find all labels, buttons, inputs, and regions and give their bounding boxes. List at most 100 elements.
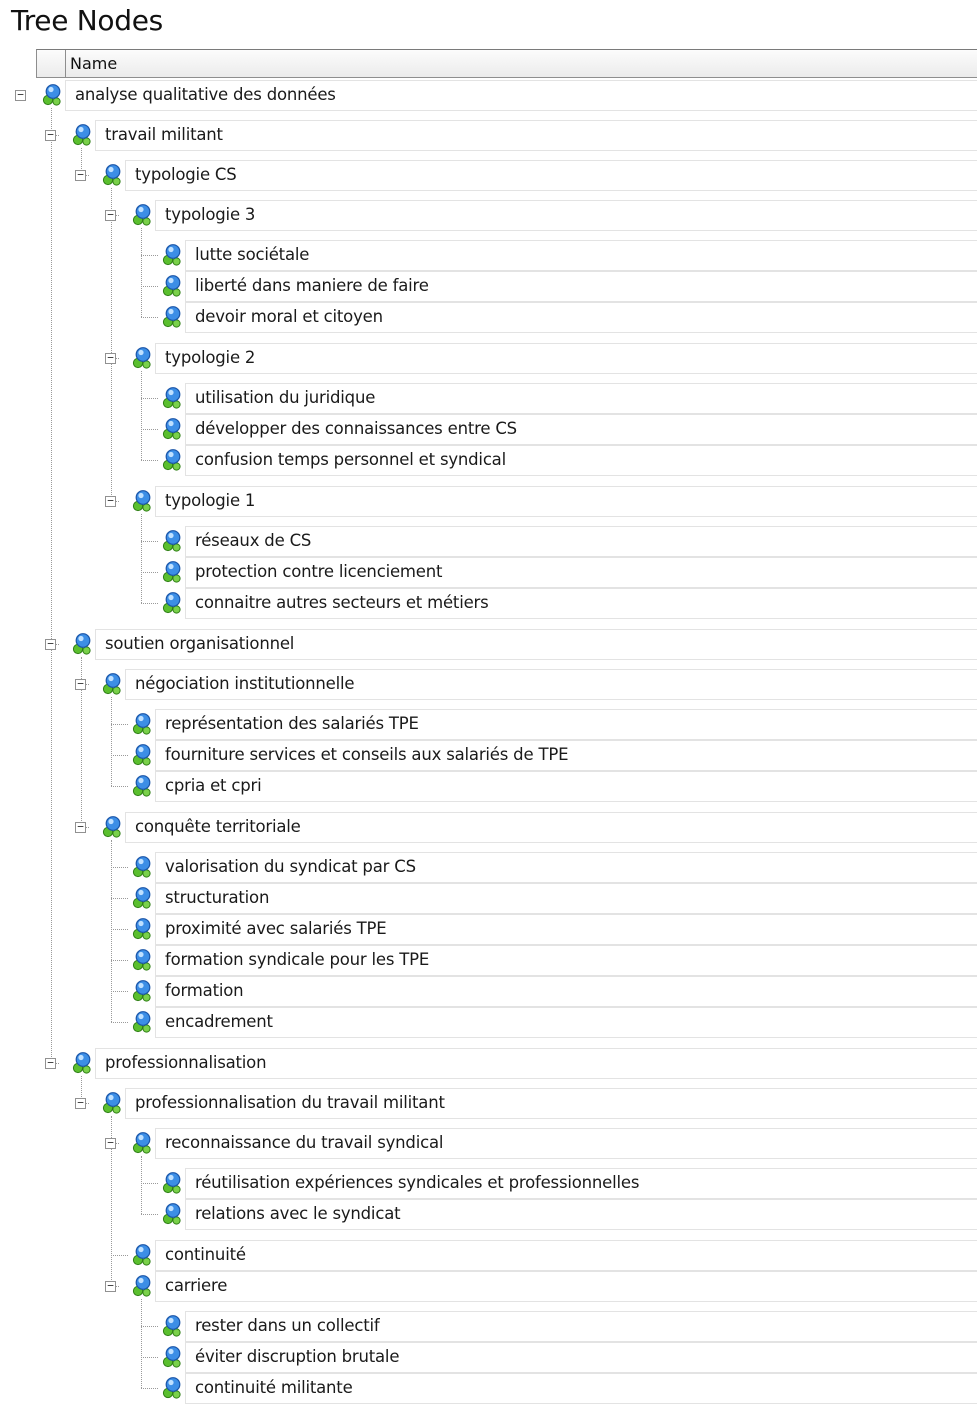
tree-node[interactable] [155,486,977,517]
collapse-toggle-icon[interactable]: − [75,821,86,833]
tree-node-icon [130,489,154,513]
tree-node-icon [160,243,184,267]
tree-connector-h [141,1326,158,1327]
tree-node-label: connaitre autres secteurs et métiers [195,593,489,612]
tree-node-label: réutilisation expériences syndicales et … [195,1173,640,1192]
tree-connector-v [111,697,112,786]
collapse-toggle-icon[interactable]: − [105,1280,116,1292]
tree-node-label: développer des connaissances entre CS [195,419,517,438]
tree-node-label: formation syndicale pour les TPE [165,950,430,969]
tree-connector-h [141,255,158,256]
tree-node-icon [70,1051,94,1075]
collapse-toggle-icon[interactable]: − [75,1097,86,1109]
tree-node-label: rester dans un collectif [195,1316,380,1335]
tree-connector-h [111,1255,128,1256]
tree-node-label: négociation institutionnelle [135,674,355,693]
tree-node-icon [160,386,184,410]
tree-connector-h [141,1214,158,1215]
tree-node-label: liberté dans maniere de faire [195,276,429,295]
tree-node-icon [160,417,184,441]
tree-node[interactable] [155,1271,977,1302]
tree-node-label: soutien organisationnel [105,634,295,653]
tree-node-label: réseaux de CS [195,531,312,550]
tree-node-label: proximité avec salariés TPE [165,919,387,938]
tree-node-icon [130,346,154,370]
collapse-toggle-icon[interactable]: − [105,352,116,364]
tree-node[interactable] [155,343,977,374]
tree-node-label: devoir moral et citoyen [195,307,383,326]
tree-node-label: valorisation du syndicat par CS [165,857,416,876]
tree-node-label: professionnalisation [105,1053,267,1072]
tree-node-icon [130,743,154,767]
tree-node-label: représentation des salariés TPE [165,714,419,733]
tree-connector-h [111,724,128,725]
tree-node-icon [160,1171,184,1195]
tree-node-icon [130,203,154,227]
tree-connector-h [111,991,128,992]
collapse-toggle-icon[interactable]: − [45,1057,56,1069]
tree-node-label: relations avec le syndicat [195,1204,401,1223]
tree-connector-v [51,108,52,1063]
tree-node-icon [160,1376,184,1400]
tree-node-label: carriere [165,1276,228,1295]
collapse-toggle-icon[interactable]: − [75,678,86,690]
tree-connector-h [111,867,128,868]
tree-node[interactable] [95,120,977,151]
tree-node[interactable] [155,1240,977,1271]
collapse-toggle-icon[interactable]: − [15,89,26,101]
tree-node-icon [130,886,154,910]
tree-node[interactable] [155,200,977,231]
collapse-toggle-icon[interactable]: − [105,495,116,507]
tree-node-icon [160,591,184,615]
tree-node-label: formation [165,981,244,1000]
tree-node[interactable] [155,883,977,914]
tree-node-label: encadrement [165,1012,273,1031]
collapse-toggle-icon[interactable]: − [45,129,56,141]
tree-connector-v [141,1299,142,1388]
tree-node-label: structuration [165,888,270,907]
tree-node-icon [70,123,94,147]
tree-node-icon [160,448,184,472]
tree-node-label: lutte sociétale [195,245,310,264]
tree-node-icon [40,83,64,107]
tree-node-label: continuité [165,1245,246,1264]
tree-connector-h [141,603,158,604]
collapse-toggle-icon[interactable]: − [105,209,116,221]
tree-view[interactable]: − analyse qualitative des données − travail… [0,0,977,1409]
tree-node-icon [130,1131,154,1155]
tree-node-label: protection contre licenciement [195,562,443,581]
collapse-toggle-icon[interactable]: − [45,638,56,650]
tree-connector-v [141,514,142,603]
tree-node[interactable] [155,1007,977,1038]
tree-connector-h [111,786,128,787]
tree-node-icon [160,1314,184,1338]
collapse-toggle-icon[interactable]: − [105,1137,116,1149]
tree-node-label: continuité militante [195,1378,353,1397]
tree-connector-h [141,286,158,287]
tree-node-label: confusion temps personnel et syndical [195,450,506,469]
tree-node-icon [130,1274,154,1298]
tree-node-icon [160,529,184,553]
tree-node[interactable] [125,160,977,191]
tree-connector-v [141,1156,142,1214]
tree-connector-v [141,371,142,460]
tree-connector-h [141,317,158,318]
tree-node[interactable] [155,771,977,802]
tree-node[interactable] [155,976,977,1007]
tree-connector-h [141,572,158,573]
tree-connector-h [141,429,158,430]
tree-node-label: reconnaissance du travail syndical [165,1133,444,1152]
tree-node-label: éviter discruption brutale [195,1347,400,1366]
tree-node-icon [130,1243,154,1267]
collapse-toggle-icon[interactable]: − [75,169,86,181]
tree-node-icon [100,815,124,839]
tree-node-icon [160,274,184,298]
tree-connector-h [141,1357,158,1358]
tree-node-icon [130,712,154,736]
tree-node-icon [130,855,154,879]
tree-node-icon [100,672,124,696]
tree-node-label: typologie 2 [165,348,256,367]
tree-node-label: cpria et cpri [165,776,262,795]
tree-node-label: professionnalisation du travail militant [135,1093,445,1112]
tree-node-icon [160,560,184,584]
